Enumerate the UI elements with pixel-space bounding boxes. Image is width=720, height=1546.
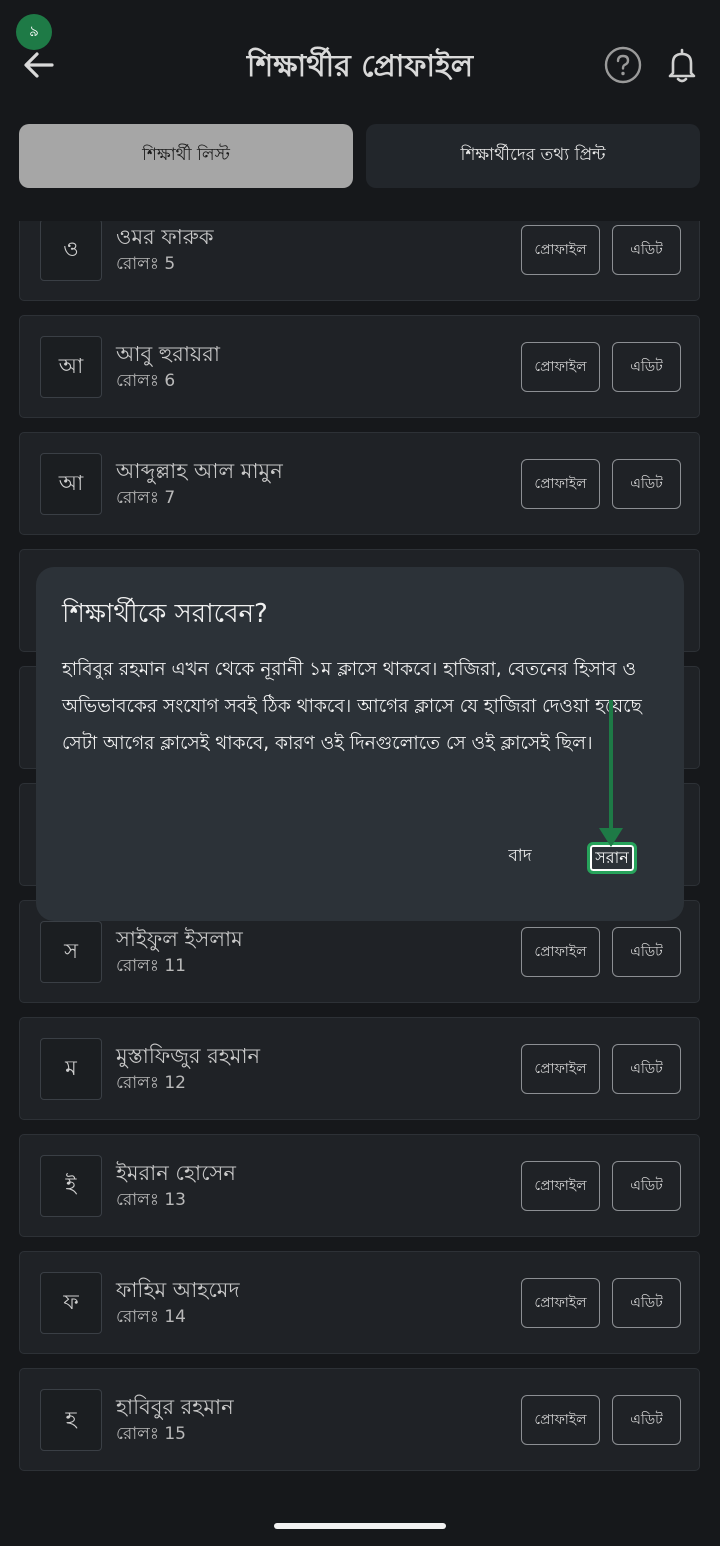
student-roll: রোলঃ 15: [116, 1424, 186, 1444]
profile-button[interactable]: প্রোফাইল: [521, 1161, 600, 1211]
student-card: ম মুস্তাফিজুর রহমান রোলঃ 12 প্রোফাইল এডি…: [19, 1017, 700, 1120]
student-avatar: আ: [40, 336, 102, 398]
edit-button[interactable]: এডিট: [612, 927, 681, 977]
student-roll: রোলঃ 7: [116, 488, 176, 508]
student-avatar: হ: [40, 1389, 102, 1451]
edit-button[interactable]: এডিট: [612, 225, 681, 275]
student-roll: রোলঃ 14: [116, 1307, 186, 1327]
tab-student-list[interactable]: শিক্ষার্থী লিস্ট: [19, 124, 353, 188]
bell-icon[interactable]: [664, 46, 700, 84]
student-avatar: ম: [40, 1038, 102, 1100]
edit-button[interactable]: এডিট: [612, 459, 681, 509]
student-roll: রোলঃ 12: [116, 1073, 186, 1093]
student-card: ই ইমরান হোসেন রোলঃ 13 প্রোফাইল এডিট: [19, 1134, 700, 1237]
student-avatar: আ: [40, 453, 102, 515]
student-card: হ হাবিবুর রহমান রোলঃ 15 প্রোফাইল এডিট: [19, 1368, 700, 1471]
cancel-button[interactable]: বাদ: [494, 843, 546, 871]
student-card: ফ ফাহিম আহমেদ রোলঃ 14 প্রোফাইল এডিট: [19, 1251, 700, 1354]
profile-button[interactable]: প্রোফাইল: [521, 342, 600, 392]
profile-button[interactable]: প্রোফাইল: [521, 1395, 600, 1445]
edit-button[interactable]: এডিট: [612, 1044, 681, 1094]
tab-print-student-info[interactable]: শিক্ষার্থীদের তথ্য প্রিন্ট: [366, 124, 700, 188]
profile-button[interactable]: প্রোফাইল: [521, 459, 600, 509]
student-roll: রোলঃ 11: [116, 956, 186, 976]
edit-button[interactable]: এডিট: [612, 342, 681, 392]
edit-button[interactable]: এডিট: [612, 1161, 681, 1211]
home-indicator[interactable]: [274, 1523, 446, 1529]
student-card: আ আব্দুল্লাহ আল মামুন রোলঃ 7 প্রোফাইল এড…: [19, 432, 700, 535]
student-avatar: ও: [40, 221, 102, 281]
dialog-message: হাবিবুর রহমান এখন থেকে নূরানী ১ম ক্লাসে …: [62, 659, 642, 754]
student-avatar: ফ: [40, 1272, 102, 1334]
student-avatar: স: [40, 921, 102, 983]
dialog-title: শিক্ষার্থীকে সরাবেন?: [62, 599, 268, 629]
student-roll: রোলঃ 13: [116, 1190, 186, 1210]
student-card: আ আবু হুরায়রা রোলঃ 6 প্রোফাইল এডিট: [19, 315, 700, 418]
student-roll: রোলঃ 5: [116, 254, 176, 274]
profile-button[interactable]: প্রোফাইল: [521, 1044, 600, 1094]
screen: ৯ শিক্ষার্থীর প্রোফাইল শিক্ষার্থী লিস্ট …: [0, 0, 720, 1546]
edit-button[interactable]: এডিট: [612, 1278, 681, 1328]
edit-button[interactable]: এডিট: [612, 1395, 681, 1445]
pointer-arrow-icon: [599, 700, 623, 847]
student-card: ও ওমর ফারুক রোলঃ 5 প্রোফাইল এডিট: [19, 221, 700, 301]
profile-button[interactable]: প্রোফাইল: [521, 927, 600, 977]
profile-button[interactable]: প্রোফাইল: [521, 1278, 600, 1328]
student-avatar: ই: [40, 1155, 102, 1217]
profile-button[interactable]: প্রোফাইল: [521, 225, 600, 275]
help-icon[interactable]: [604, 46, 642, 84]
move-student-dialog: শিক্ষার্থীকে সরাবেন? হাবিবুর রহমান এখন থ…: [36, 567, 684, 921]
student-roll: রোলঃ 6: [116, 371, 176, 391]
